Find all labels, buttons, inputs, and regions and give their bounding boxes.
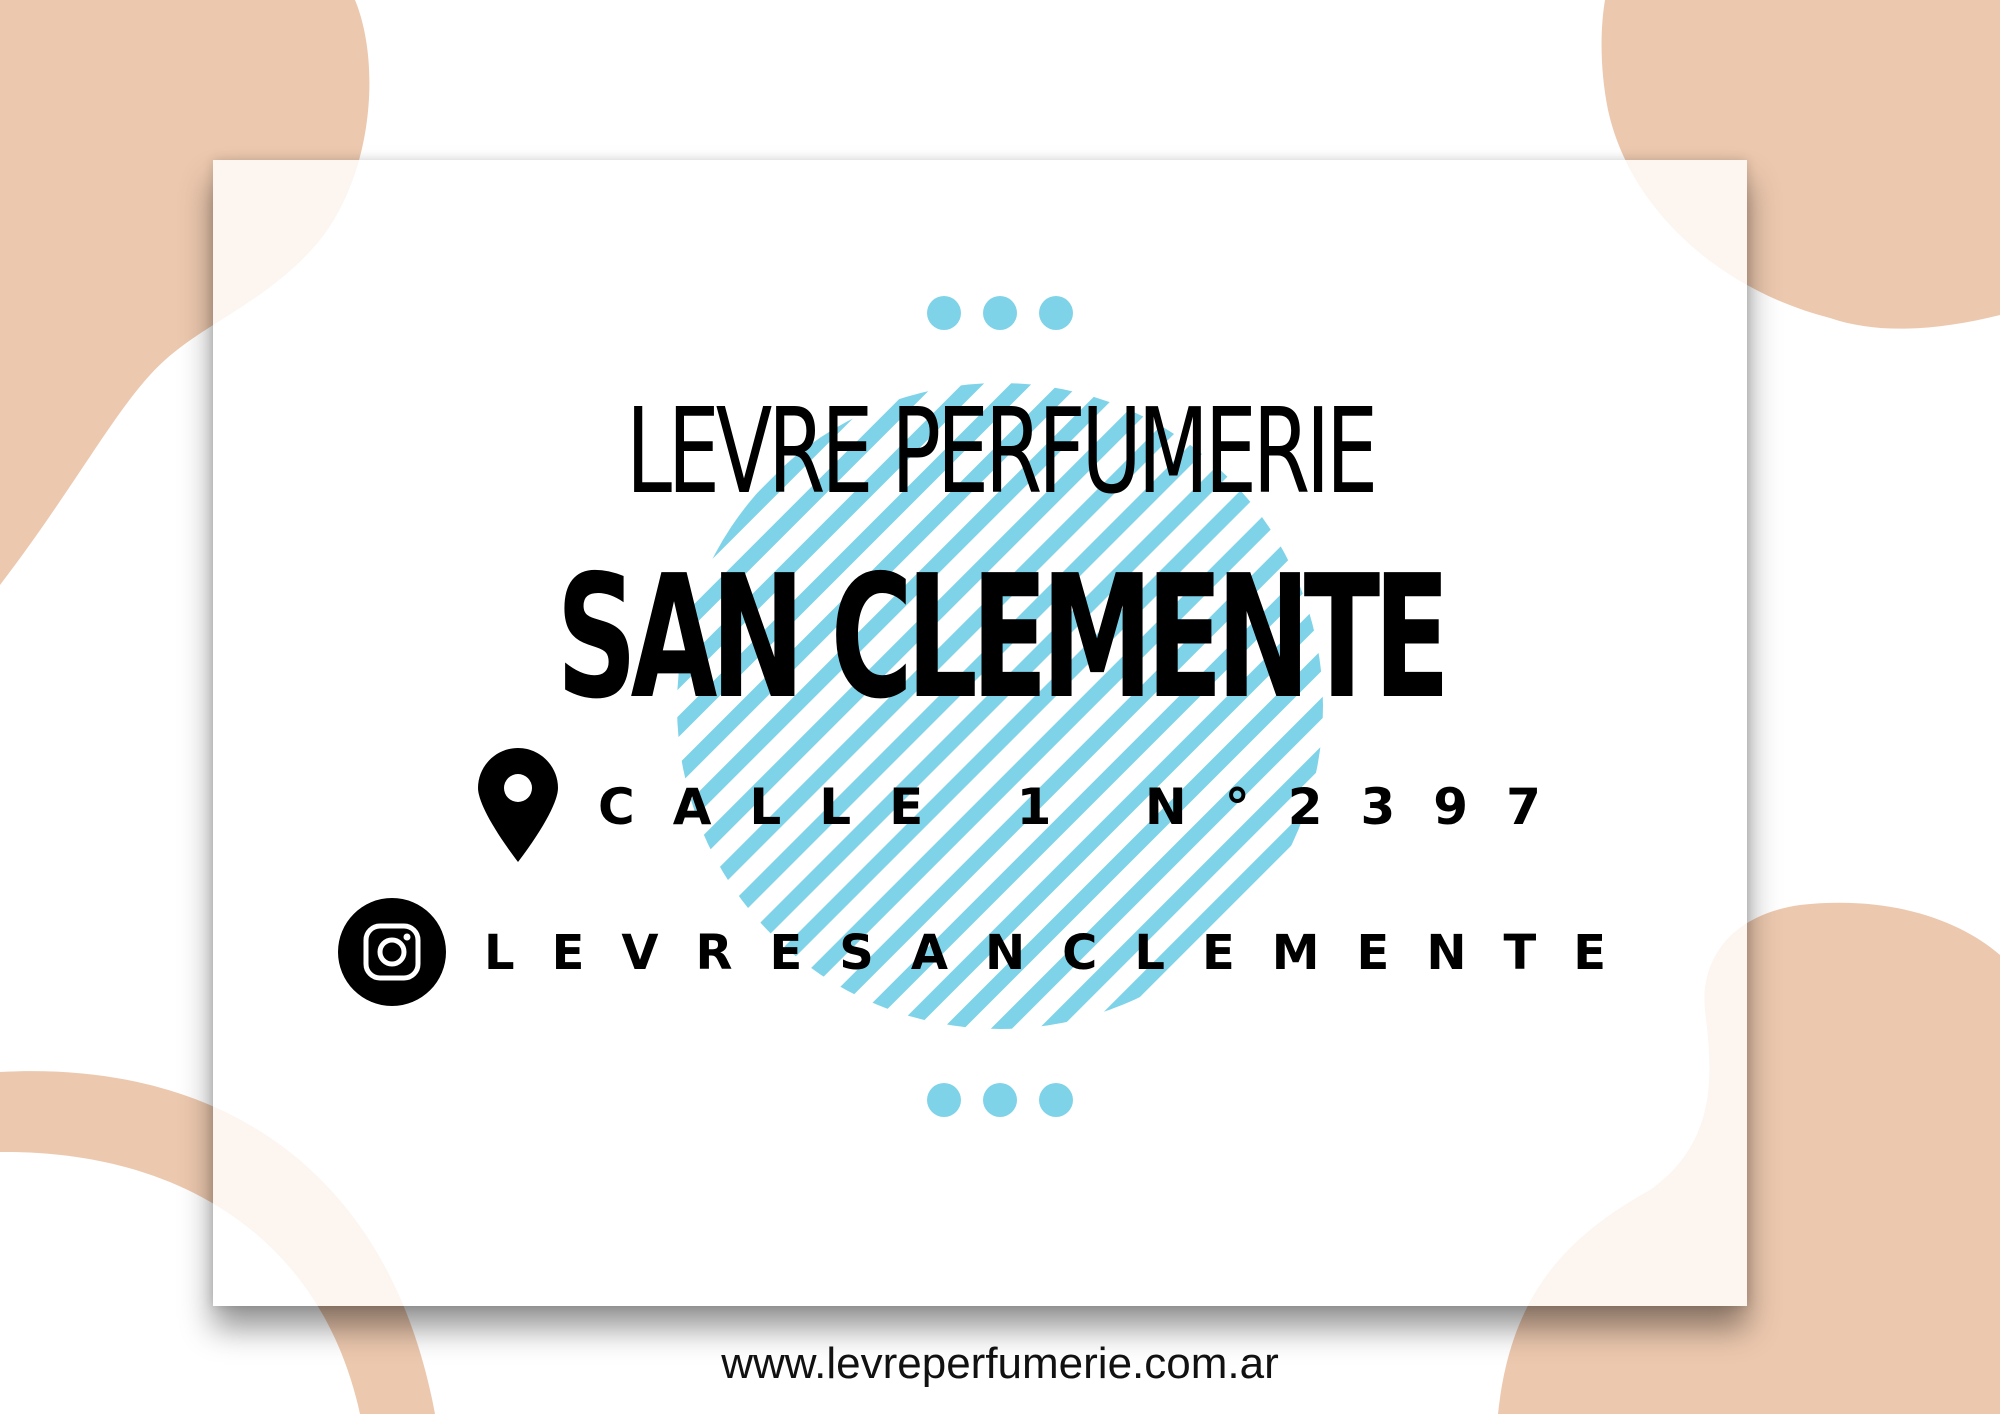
map-pin-icon [478, 748, 558, 862]
dot [927, 296, 961, 330]
instagram-icon [338, 898, 446, 1006]
flyer: LEVRE PERFUMERIE SAN CLEMENTE CALLE 1 N°… [0, 0, 2000, 1414]
dots-bottom [927, 1083, 1073, 1117]
address-text: CALLE 1 N°2397 [598, 778, 1579, 836]
dot [1039, 1083, 1073, 1117]
dot [1039, 296, 1073, 330]
dot [983, 1083, 1017, 1117]
dots-top [927, 296, 1073, 330]
branch-name: SAN CLEMENTE [556, 539, 1450, 737]
store-name: LEVRE PERFUMERIE [625, 382, 1378, 520]
dot [927, 1083, 961, 1117]
instagram-handle: LEVRESANCLEMENTE [484, 925, 1644, 981]
dot [983, 296, 1017, 330]
website-url[interactable]: www.levreperfumerie.com.ar [0, 1334, 2000, 1394]
